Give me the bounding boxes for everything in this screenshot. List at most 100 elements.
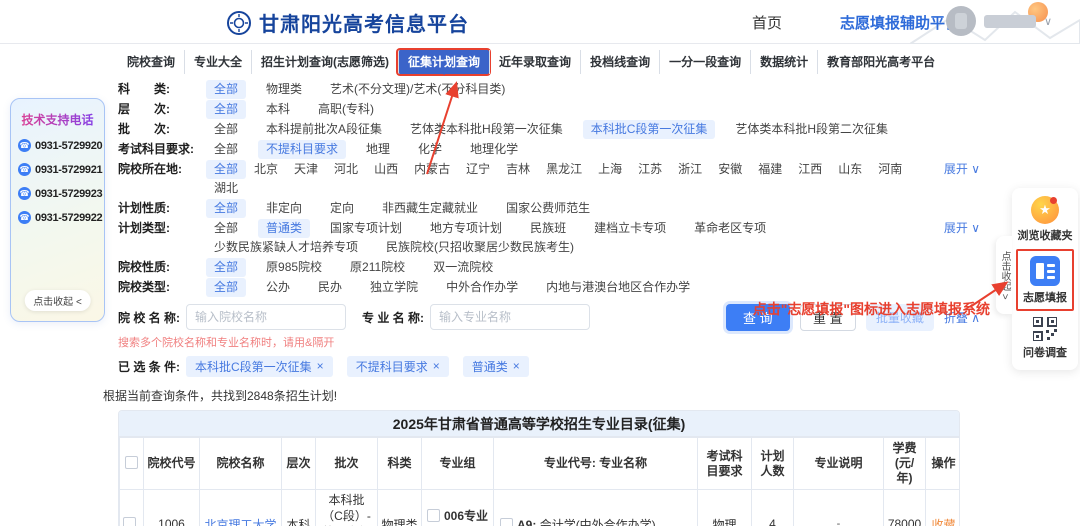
browse-favorites-item[interactable]: ★ 浏览收藏夹 xyxy=(1018,196,1073,243)
filter-option[interactable]: 全部 xyxy=(206,160,246,179)
filter-option[interactable]: 全部 xyxy=(206,140,246,159)
select-all-checkbox[interactable] xyxy=(125,456,138,469)
filter-option[interactable]: 非定向 xyxy=(258,199,310,218)
group-checkbox[interactable] xyxy=(427,509,440,522)
filter-option[interactable]: 艺体类本科批H段第二次征集 xyxy=(727,120,896,139)
filter-option[interactable]: 全部 xyxy=(206,199,246,218)
filter-option[interactable]: 全部 xyxy=(206,219,246,238)
filter-option[interactable]: 国家公费师范生 xyxy=(498,199,598,218)
filter-option[interactable]: 民族院校(只招收聚居少数民族考生) xyxy=(378,238,582,257)
filter-option[interactable]: 地方专项计划 xyxy=(422,219,510,238)
filter-option[interactable]: 全部 xyxy=(206,258,246,277)
survey-item[interactable]: 问卷调查 xyxy=(1023,317,1067,360)
collapse-right-panel-tab[interactable]: 点击收起 > xyxy=(996,236,1012,314)
filter-option[interactable]: 建档立卡专项 xyxy=(586,219,674,238)
reset-button[interactable]: 重 置 xyxy=(800,304,856,331)
filter-option[interactable]: 天津 xyxy=(286,160,326,179)
row-select-cell xyxy=(120,490,144,526)
collapse-left-panel-button[interactable]: 点击收起 < xyxy=(24,290,91,311)
filter-option[interactable]: 全部 xyxy=(206,80,246,99)
filter-option[interactable]: 中外合作办学 xyxy=(438,278,526,297)
form-icon xyxy=(1030,256,1060,286)
filter-option[interactable]: 全部 xyxy=(206,100,246,119)
filter-option[interactable]: 公办 xyxy=(258,278,298,297)
school-name-input[interactable] xyxy=(186,304,346,330)
filter-option[interactable]: 革命老区专项 xyxy=(686,219,774,238)
filter-option[interactable]: 本科提前批次A段征集 xyxy=(258,120,390,139)
favorite-link[interactable]: 收藏 xyxy=(931,518,955,526)
nav-tab[interactable]: 院校查询 xyxy=(118,50,184,74)
remove-tag-icon[interactable]: × xyxy=(433,359,440,373)
filter-option[interactable]: 化学 xyxy=(410,140,450,159)
avatar[interactable] xyxy=(946,6,976,36)
filter-option[interactable]: 非西藏生定藏就业 xyxy=(374,199,486,218)
nav-tab[interactable]: 征集计划查询 xyxy=(398,50,489,74)
filter-option[interactable]: 河北 xyxy=(326,160,366,179)
filter-option[interactable]: 民族班 xyxy=(522,219,574,238)
nav-tab[interactable]: 近年录取查询 xyxy=(489,50,580,74)
filter-option[interactable]: 江西 xyxy=(790,160,830,179)
volunteer-fill-item[interactable]: 志愿填报 xyxy=(1016,249,1074,311)
selected-filter-tag[interactable]: 普通类 × xyxy=(463,356,529,377)
school-name-link[interactable]: 北京理工大学 xyxy=(204,518,276,526)
chevron-down-icon[interactable]: ∨ xyxy=(1044,15,1052,28)
filter-option[interactable]: 艺术(不分文理)/艺术(不分科目类) xyxy=(322,80,513,99)
filter-option[interactable]: 江苏 xyxy=(630,160,670,179)
selected-filter-tag[interactable]: 本科批C段第一次征集 × xyxy=(186,356,333,377)
major-name-input[interactable] xyxy=(430,304,590,330)
major-checkbox[interactable] xyxy=(500,518,513,526)
filter-option[interactable]: 独立学院 xyxy=(362,278,426,297)
nav-tab[interactable]: 一分一段查询 xyxy=(659,50,750,74)
filter-option[interactable]: 本科批C段第一次征集 xyxy=(583,120,716,139)
query-button[interactable]: 查 询 xyxy=(726,304,790,331)
filter-option[interactable]: 安徽 xyxy=(710,160,750,179)
filter-option[interactable]: 原985院校 xyxy=(258,258,330,277)
filter-option[interactable]: 物理类 xyxy=(258,80,310,99)
user-account[interactable]: ∨ xyxy=(946,6,1052,36)
filter-option[interactable]: 浙江 xyxy=(670,160,710,179)
remove-tag-icon[interactable]: × xyxy=(513,359,520,373)
row-checkbox[interactable] xyxy=(123,517,136,526)
filter-option[interactable]: 内蒙古 xyxy=(406,160,458,179)
expand-link[interactable]: 展开 ∨ xyxy=(944,160,980,179)
filter-option[interactable]: 少数民族紧缺人才培养专项 xyxy=(206,238,366,257)
nav-tab[interactable]: 教育部阳光高考平台 xyxy=(817,50,944,74)
filter-option[interactable]: 定向 xyxy=(322,199,362,218)
filter-option[interactable]: 福建 xyxy=(750,160,790,179)
filter-option[interactable]: 不提科目要求 xyxy=(258,140,346,159)
filter-option[interactable]: 普通类 xyxy=(258,219,310,238)
filter-option[interactable]: 全部 xyxy=(206,120,246,139)
selected-filter-tag[interactable]: 不提科目要求 × xyxy=(347,356,449,377)
filter-option[interactable]: 本科 xyxy=(258,100,298,119)
filter-option[interactable]: 地理化学 xyxy=(462,140,526,159)
fold-link[interactable]: 折叠 ∧ xyxy=(944,309,980,326)
filter-option[interactable]: 内地与港澳台地区合作办学 xyxy=(538,278,698,297)
filter-option[interactable]: 河南 xyxy=(870,160,910,179)
major-cell: A9: 会计学(中外合作办学) xyxy=(494,490,698,526)
filter-option[interactable]: 国家专项计划 xyxy=(322,219,410,238)
filter-option[interactable]: 吉林 xyxy=(498,160,538,179)
filter-option[interactable]: 高职(专科) xyxy=(310,100,382,119)
nav-assist-platform-link[interactable]: 志愿填报辅助平台 xyxy=(840,12,960,33)
filter-option[interactable]: 上海 xyxy=(590,160,630,179)
filter-option[interactable]: 山东 xyxy=(830,160,870,179)
filter-option[interactable]: 北京 xyxy=(246,160,286,179)
nav-tab[interactable]: 投档线查询 xyxy=(580,50,659,74)
remove-tag-icon[interactable]: × xyxy=(317,359,324,373)
nav-tab[interactable]: 数据统计 xyxy=(750,50,817,74)
filter-option[interactable]: 黑龙江 xyxy=(538,160,590,179)
filter-option[interactable]: 全部 xyxy=(206,278,246,297)
filter-option[interactable]: 原211院校 xyxy=(342,258,413,277)
nav-home-link[interactable]: 首页 xyxy=(752,12,782,33)
nav-tab[interactable]: 招生计划查询(志愿筛选) xyxy=(251,50,398,74)
filter-option[interactable]: 山西 xyxy=(366,160,406,179)
filter-option[interactable]: 双一流院校 xyxy=(425,258,501,277)
filter-option[interactable]: 艺体类本科批H段第一次征集 xyxy=(402,120,571,139)
filter-option[interactable]: 地理 xyxy=(358,140,398,159)
filter-option[interactable]: 民办 xyxy=(310,278,350,297)
nav-tab[interactable]: 专业大全 xyxy=(184,50,251,74)
expand-link[interactable]: 展开 ∨ xyxy=(944,219,980,238)
filter-option[interactable]: 辽宁 xyxy=(458,160,498,179)
batch-favorite-button[interactable]: 批量收藏 xyxy=(866,304,934,331)
filter-option[interactable]: 湖北 xyxy=(206,179,246,198)
